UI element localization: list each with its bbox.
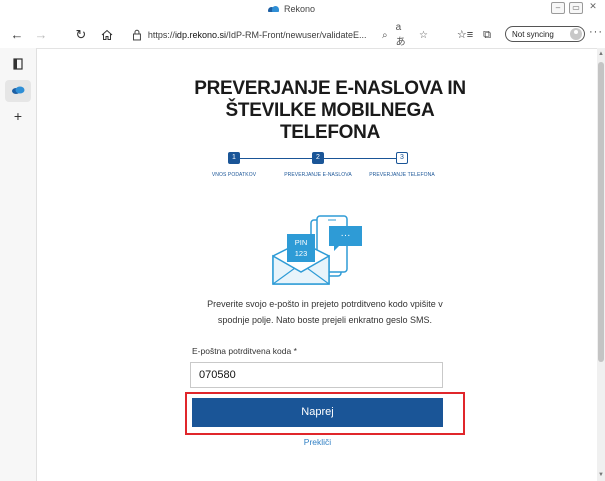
address-bar[interactable]: https://idp.rekono.si/IdP-RM-Front/newus…	[132, 22, 428, 48]
profile-sync-button[interactable]: Not syncing	[505, 26, 585, 42]
new-tab-icon[interactable]: +	[10, 108, 26, 124]
browser-toolbar: ← → ↻ https://idp.rekono.si/IdP-RM-Front…	[0, 22, 605, 49]
vertical-tabs-sidebar: +	[0, 48, 37, 481]
collections-icon[interactable]: ⧉	[478, 26, 496, 44]
scroll-down-icon[interactable]: ▼	[598, 472, 604, 478]
step-2-label: PREVERJANJE E-NASLOVA	[284, 172, 352, 178]
home-icon[interactable]	[98, 26, 116, 44]
tab-actions-icon[interactable]	[10, 58, 26, 74]
page-title-line3: TELEFONA	[280, 122, 380, 143]
step-connector-2	[324, 158, 396, 159]
code-field-label: E-poštna potrditvena koda *	[192, 346, 297, 356]
avatar-icon	[570, 28, 582, 40]
step-3-label: PREVERJANJE TELEFONA	[369, 172, 435, 178]
instructions-line1: Preverite svojo e-pošto in prejeto potrd…	[207, 299, 443, 309]
page-title: PREVERJANJE E-NASLOVA IN ŠTEVILKE MOBILN…	[160, 78, 500, 144]
pin-label: PIN	[295, 238, 308, 247]
back-icon[interactable]: ←	[8, 26, 26, 44]
email-confirmation-code-input[interactable]	[190, 362, 443, 388]
rekono-tab-icon	[10, 84, 26, 100]
refresh-icon[interactable]: ↻	[72, 26, 90, 44]
read-aloud-icon[interactable]: aあ	[396, 22, 411, 48]
step-1-marker: 1	[228, 152, 240, 164]
page-scrollbar[interactable]: ▲ ▼	[597, 48, 605, 481]
url-host: idp.rekono.si	[174, 30, 226, 40]
window-controls: – ▭ ✕	[551, 2, 599, 14]
email-sms-verification-illustration-icon: ··· PIN 123	[272, 215, 362, 285]
page-title-line2: ŠTEVILKE MOBILNEGA	[225, 100, 435, 121]
lock-icon[interactable]	[132, 29, 142, 41]
scroll-up-icon[interactable]: ▲	[598, 51, 604, 57]
restore-button[interactable]: ▭	[569, 2, 583, 14]
favorite-add-icon[interactable]: ☆	[419, 30, 428, 41]
cancel-link[interactable]: Prekliči	[192, 437, 443, 447]
url-text[interactable]: https://idp.rekono.si/IdP-RM-Front/newus…	[148, 30, 374, 40]
forward-icon[interactable]: →	[32, 26, 50, 44]
pin-number: 123	[295, 249, 308, 258]
step-3-marker: 3	[396, 152, 408, 164]
close-window-button[interactable]: ✕	[587, 2, 599, 12]
sync-label: Not syncing	[512, 29, 554, 39]
next-button[interactable]: Naprej	[192, 398, 443, 427]
instructions-line2: spodnje polje. Nato boste prejeli enkrat…	[217, 315, 433, 325]
window-title-text: Rekono	[284, 4, 316, 14]
favorites-icon[interactable]: ☆≡	[456, 26, 474, 44]
url-path: /IdP-RM-Front/newuser/validateE...	[225, 30, 367, 40]
instructions-text: Preverite svojo e-pošto in prejeto potrd…	[190, 296, 460, 328]
window-titlebar: Rekono – ▭ ✕	[0, 0, 605, 22]
minimize-button[interactable]: –	[551, 2, 565, 14]
chat-bubble-dots: ···	[341, 230, 351, 241]
rekono-favicon-icon	[268, 5, 280, 13]
search-icon[interactable]: ⌕	[382, 30, 388, 41]
step-1-label: VNOS PODATKOV	[211, 172, 257, 178]
step-2-marker: 2	[312, 152, 324, 164]
scroll-thumb[interactable]	[598, 62, 604, 362]
url-prefix: https://	[147, 30, 175, 40]
page-title-line1: PREVERJANJE E-NASLOVA IN	[194, 78, 466, 99]
more-menu-icon[interactable]: ···	[589, 26, 603, 38]
window-title: Rekono	[268, 4, 315, 14]
step-connector-1	[240, 158, 312, 159]
progress-stepper: 1 2 3 VNOS PODATKOV PREVERJANJE E-NASLOV…	[190, 152, 460, 192]
